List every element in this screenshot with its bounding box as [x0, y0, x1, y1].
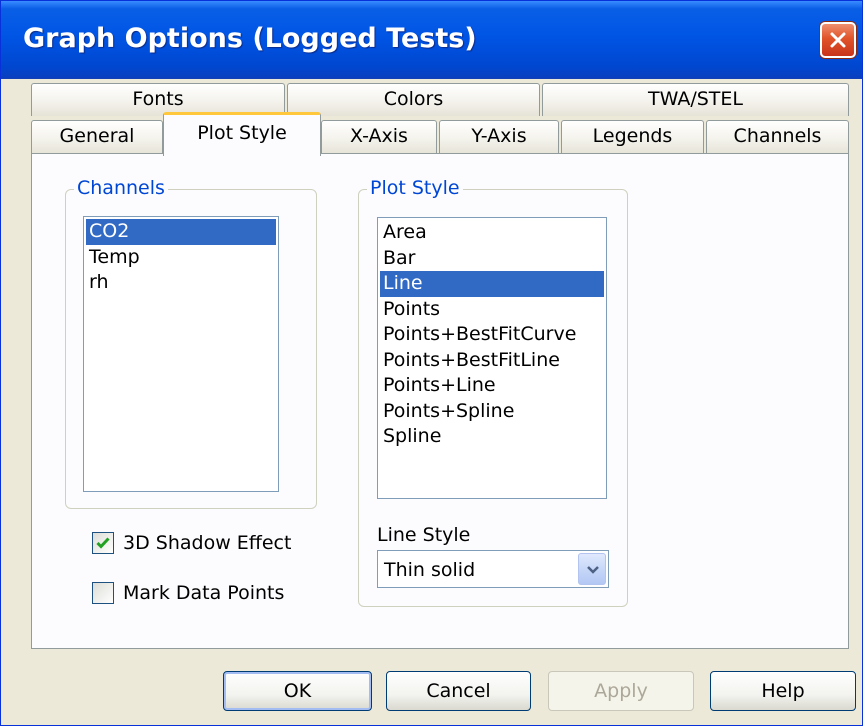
cancel-button[interactable]: Cancel: [386, 671, 531, 711]
window-title: Graph Options (Logged Tests): [23, 23, 477, 54]
tab-legends[interactable]: Legends: [561, 120, 704, 154]
tab-label: Y-Axis: [471, 125, 527, 147]
shadow-effect-label: 3D Shadow Effect: [123, 532, 292, 554]
tab-channels[interactable]: Channels: [706, 120, 849, 154]
line-style-dropdown[interactable]: Thin solid: [377, 550, 609, 588]
tab-plot-style[interactable]: Plot Style: [163, 112, 321, 156]
channels-group: Channels CO2 Temp rh: [65, 177, 317, 509]
channel-item-temp[interactable]: Temp: [86, 245, 276, 271]
tab-colors[interactable]: Colors: [287, 83, 540, 116]
plot-style-item[interactable]: Points+Spline: [380, 399, 604, 425]
help-button[interactable]: Help: [710, 671, 856, 711]
tab-label: Channels: [733, 125, 822, 147]
tab-y-axis[interactable]: Y-Axis: [439, 120, 559, 154]
checkmark-icon: [96, 537, 110, 549]
mark-data-points-checkbox[interactable]: [92, 582, 114, 604]
tab-label: Colors: [383, 88, 444, 110]
plot-style-group: Plot Style Area Bar Line Points Points+B…: [358, 177, 628, 607]
tab-label: Plot Style: [197, 122, 287, 144]
plot-style-panel: Channels CO2 Temp rh 3D Shadow Effect Ma…: [31, 153, 849, 649]
plot-style-item[interactable]: Area: [380, 220, 604, 246]
channels-listbox[interactable]: CO2 Temp rh: [83, 216, 279, 492]
close-icon: [830, 32, 846, 48]
close-button[interactable]: [820, 22, 856, 58]
tab-general[interactable]: General: [31, 120, 163, 154]
tab-label: TWA/STEL: [647, 88, 743, 110]
plot-style-group-label: Plot Style: [367, 177, 463, 199]
chevron-down-icon: [587, 566, 599, 574]
shadow-effect-option[interactable]: 3D Shadow Effect: [92, 529, 291, 557]
tab-twa-stel[interactable]: TWA/STEL: [542, 83, 849, 116]
dropdown-arrow-button[interactable]: [578, 553, 606, 585]
line-style-label: Line Style: [377, 524, 471, 546]
channels-group-label: Channels: [74, 177, 168, 199]
tab-label: X-Axis: [350, 125, 408, 147]
dialog-window: Graph Options (Logged Tests) Fonts Color…: [0, 0, 863, 726]
tab-x-axis[interactable]: X-Axis: [321, 120, 437, 154]
plot-style-item[interactable]: Line: [380, 271, 604, 297]
title-bar[interactable]: Graph Options (Logged Tests): [1, 1, 862, 79]
plot-style-item[interactable]: Spline: [380, 424, 604, 450]
plot-style-item[interactable]: Points+BestFitCurve: [380, 322, 604, 348]
plot-style-item[interactable]: Points+Line: [380, 373, 604, 399]
apply-button[interactable]: Apply: [548, 671, 694, 711]
tab-label: Fonts: [132, 88, 184, 110]
channel-item-co2[interactable]: CO2: [86, 219, 276, 245]
mark-data-points-label: Mark Data Points: [123, 582, 285, 604]
plot-style-item[interactable]: Bar: [380, 246, 604, 272]
plot-style-item[interactable]: Points+BestFitLine: [380, 348, 604, 374]
plot-style-item[interactable]: Points: [380, 297, 604, 323]
tab-label: General: [59, 125, 135, 147]
ok-button[interactable]: OK: [223, 671, 372, 711]
shadow-effect-checkbox[interactable]: [92, 532, 114, 554]
channel-item-rh[interactable]: rh: [86, 270, 276, 296]
tab-label: Legends: [592, 125, 673, 147]
plot-style-listbox[interactable]: Area Bar Line Points Points+BestFitCurve…: [377, 217, 607, 499]
mark-data-points-option[interactable]: Mark Data Points: [92, 579, 284, 607]
line-style-value: Thin solid: [384, 559, 476, 581]
